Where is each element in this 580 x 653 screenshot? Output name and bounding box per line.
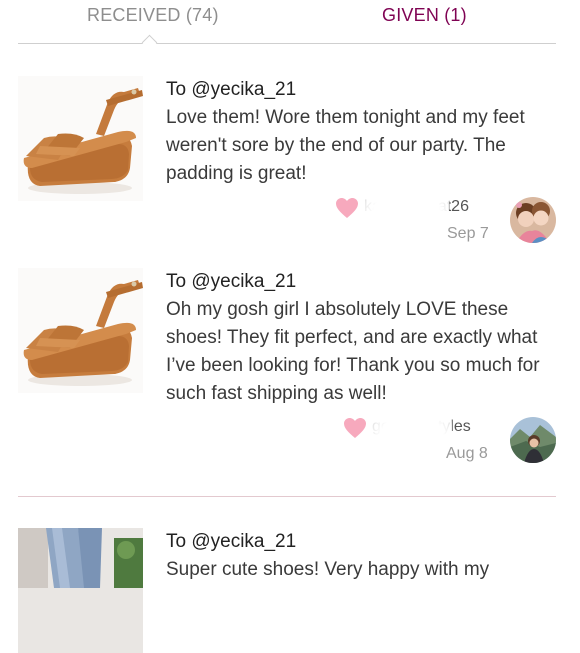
jeans-photo-image bbox=[18, 528, 143, 653]
avatar-image bbox=[510, 417, 556, 463]
listing-thumbnail[interactable] bbox=[18, 528, 143, 653]
tab-received[interactable]: RECEIVED (74) bbox=[87, 5, 219, 26]
section-divider bbox=[18, 496, 556, 497]
review-recipient[interactable]: To @yecika_21 bbox=[166, 268, 566, 296]
reviewer-avatar[interactable] bbox=[510, 417, 556, 463]
review-date: Sep 7 bbox=[447, 225, 489, 242]
review-text: Love them! Wore them tonight and my feet… bbox=[166, 107, 525, 184]
wedge-sandal-image bbox=[18, 76, 143, 201]
tab-bar: RECEIVED (74) GIVEN (1) bbox=[0, 0, 580, 51]
heart-icon[interactable] bbox=[335, 197, 359, 219]
caret-up-icon bbox=[141, 34, 158, 51]
listing-thumbnail[interactable] bbox=[18, 76, 143, 201]
username-blur bbox=[372, 408, 452, 464]
review-content: To @yecika_21 Oh my gosh girl I absolute… bbox=[166, 268, 566, 408]
listing-thumbnail[interactable] bbox=[18, 268, 143, 393]
review-content: To @yecika_21 Super cute shoes! Very hap… bbox=[166, 528, 566, 584]
username-blur bbox=[364, 188, 449, 234]
review-recipient[interactable]: To @yecika_21 bbox=[166, 76, 566, 104]
review-date: Aug 8 bbox=[446, 445, 488, 462]
heart-icon[interactable] bbox=[343, 417, 367, 439]
review-recipient[interactable]: To @yecika_21 bbox=[166, 528, 566, 556]
wedge-sandal-image bbox=[18, 268, 143, 393]
reviewer-avatar[interactable] bbox=[510, 197, 556, 243]
tab-given[interactable]: GIVEN (1) bbox=[382, 5, 467, 26]
review-text: Oh my gosh girl I absolutely LOVE these … bbox=[166, 299, 540, 404]
avatar-image bbox=[510, 197, 556, 243]
review-content: To @yecika_21 Love them! Wore them tonig… bbox=[166, 76, 566, 188]
tab-underline bbox=[18, 43, 556, 44]
